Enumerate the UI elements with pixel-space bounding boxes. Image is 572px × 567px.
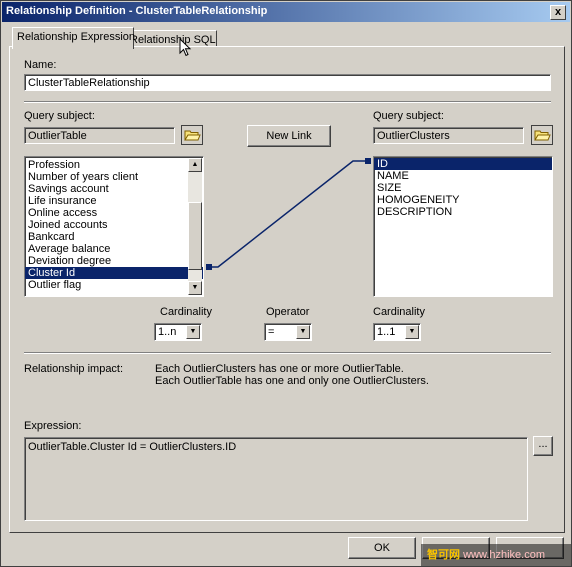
chevron-down-icon[interactable]: ▼: [186, 325, 200, 339]
scroll-down-arrow-icon[interactable]: ▼: [188, 281, 202, 295]
title-bar[interactable]: Relationship Definition - ClusterTableRe…: [2, 2, 570, 22]
list-item[interactable]: Joined accounts: [25, 219, 203, 231]
right-query-subject-field: OutlierClusters: [373, 127, 524, 144]
link-anchor-left[interactable]: [206, 264, 212, 270]
separator: [24, 101, 551, 103]
link-connector: [206, 158, 371, 270]
tab-relationship-expression[interactable]: Relationship Expression: [12, 27, 136, 49]
operator-label: Operator: [266, 306, 310, 318]
list-item[interactable]: Online access: [25, 207, 203, 219]
cardinality-left-value: 1..n: [158, 326, 177, 338]
list-item[interactable]: Savings account: [25, 183, 203, 195]
list-item[interactable]: NAME: [374, 170, 552, 182]
relationship-impact-line-2: Each OutlierTable has one and only one O…: [155, 375, 429, 387]
list-item[interactable]: Number of years client: [25, 171, 203, 183]
list-item-selected[interactable]: Cluster Id: [25, 267, 203, 279]
expression-browse-button[interactable]: ...: [533, 436, 553, 456]
watermark-url: www.hzhike.com: [463, 549, 545, 561]
watermark: 智可网 www.hzhike.com: [421, 544, 571, 566]
dialog-window: Relationship Definition - ClusterTableRe…: [0, 0, 572, 567]
relationship-impact-line-1: Each OutlierClusters has one or more Out…: [155, 363, 404, 375]
tab-label: Relationship SQL: [130, 34, 216, 46]
list-item[interactable]: Average balance: [25, 243, 203, 255]
left-query-subject-label: Query subject:: [24, 110, 95, 122]
expression-label: Expression:: [24, 420, 82, 432]
chevron-down-icon[interactable]: ▼: [296, 325, 310, 339]
scroll-up-arrow-icon[interactable]: ▲: [188, 158, 202, 172]
left-list-scrollbar[interactable]: ▲ ▼: [188, 158, 202, 295]
relationship-impact-label: Relationship impact:: [24, 363, 124, 375]
left-query-items-list[interactable]: Profession Number of years client Saving…: [24, 156, 204, 297]
list-item[interactable]: Deviation degree: [25, 255, 203, 267]
list-item[interactable]: HOMOGENEITY: [374, 194, 552, 206]
list-item[interactable]: DESCRIPTION: [374, 206, 552, 218]
left-query-subject-field: OutlierTable: [24, 127, 175, 144]
cardinality-left-select[interactable]: 1..n ▼: [154, 323, 202, 341]
separator: [24, 352, 551, 354]
mouse-cursor-icon: [179, 38, 192, 57]
cardinality-right-select[interactable]: 1..1 ▼: [373, 323, 421, 341]
list-item[interactable]: Profession: [25, 159, 203, 171]
cardinality-right-label: Cardinality: [373, 306, 425, 318]
right-folder-open-icon[interactable]: [531, 125, 553, 145]
watermark-logo: 智可网: [427, 549, 460, 561]
link-line[interactable]: [212, 160, 365, 268]
right-query-items-list[interactable]: ID NAME SIZE HOMOGENEITY DESCRIPTION: [373, 156, 553, 297]
list-item[interactable]: Life insurance: [25, 195, 203, 207]
left-folder-open-icon[interactable]: [181, 125, 203, 145]
name-input[interactable]: ClusterTableRelationship: [24, 74, 551, 91]
tab-panel: Name: ClusterTableRelationship Query sub…: [9, 46, 565, 533]
cardinality-left-label: Cardinality: [160, 306, 212, 318]
expression-field[interactable]: OutlierTable.Cluster Id = OutlierCluster…: [24, 437, 528, 521]
close-button[interactable]: x: [550, 5, 566, 20]
window-title: Relationship Definition - ClusterTableRe…: [6, 5, 268, 17]
name-label: Name:: [24, 59, 57, 71]
expression-value: OutlierTable.Cluster Id = OutlierCluster…: [28, 441, 237, 453]
operator-select[interactable]: = ▼: [264, 323, 312, 341]
cardinality-right-value: 1..1: [377, 326, 396, 338]
list-item[interactable]: Bankcard: [25, 231, 203, 243]
tab-label: Relationship Expression: [17, 31, 136, 43]
new-link-button[interactable]: New Link: [247, 125, 331, 147]
ok-button[interactable]: OK: [348, 537, 416, 559]
list-item-selected[interactable]: ID: [374, 158, 552, 170]
list-item[interactable]: Outlier flag: [25, 279, 203, 291]
link-anchor-right[interactable]: [365, 158, 371, 164]
scroll-thumb[interactable]: [188, 202, 202, 270]
operator-value: =: [268, 326, 275, 338]
chevron-down-icon[interactable]: ▼: [405, 325, 419, 339]
right-query-subject-label: Query subject:: [373, 110, 444, 122]
list-item[interactable]: SIZE: [374, 182, 552, 194]
